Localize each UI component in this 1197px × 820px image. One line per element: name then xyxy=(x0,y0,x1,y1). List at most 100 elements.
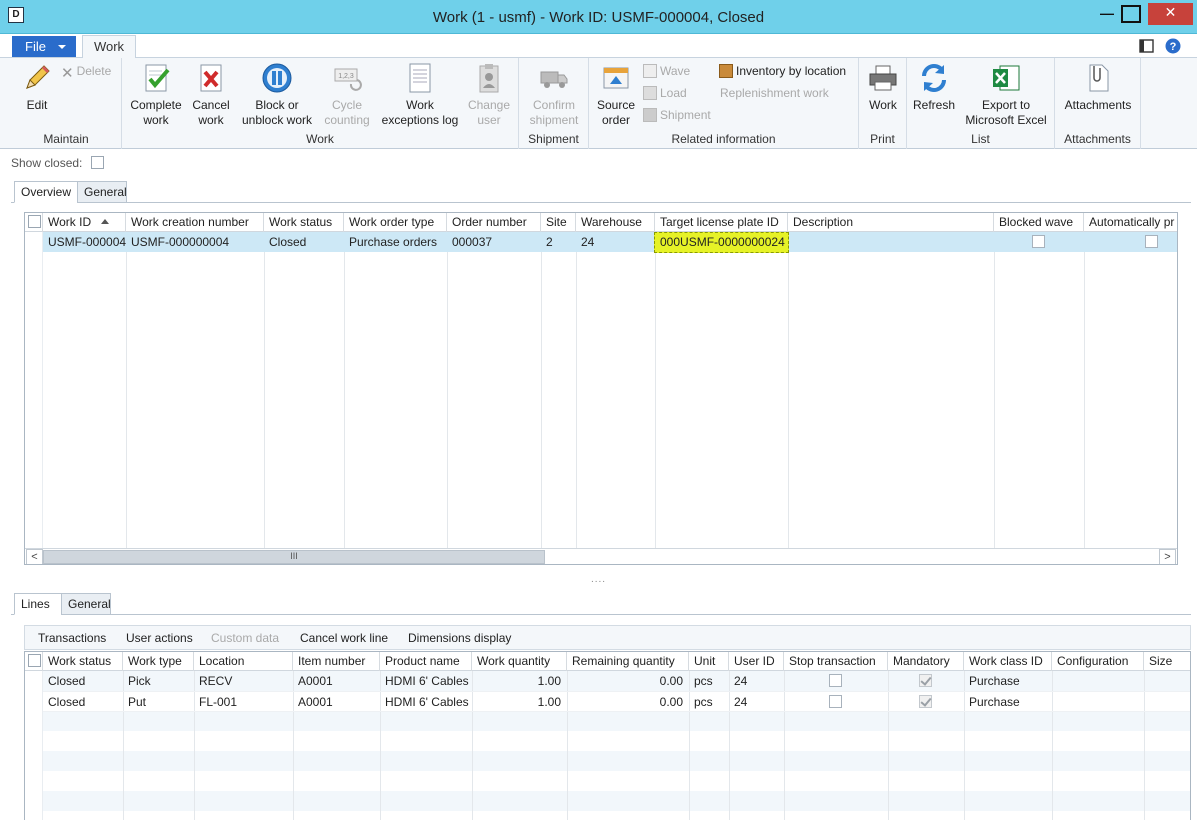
help-icon[interactable]: ? xyxy=(1165,38,1181,54)
work-exceptions-log-button[interactable]: Work exceptions log xyxy=(378,62,462,128)
file-menu-button[interactable]: File xyxy=(12,36,76,57)
cell-work-quantity[interactable]: 1.00 xyxy=(472,671,567,691)
cell-site[interactable]: 2 xyxy=(541,232,576,252)
tab-lines[interactable]: Lines xyxy=(14,593,62,615)
cell-location[interactable]: FL-001 xyxy=(194,692,293,712)
scroll-left-arrow[interactable]: < xyxy=(26,549,43,564)
col-automatically[interactable]: Automatically pr xyxy=(1084,213,1177,232)
cell-line-work-status[interactable]: Closed xyxy=(43,671,123,691)
select-all-checkbox[interactable] xyxy=(28,215,41,228)
delete-button[interactable]: ✕ Delete xyxy=(61,62,111,81)
col-work-order-type[interactable]: Work order type xyxy=(344,213,447,232)
cell-unit[interactable]: pcs xyxy=(689,671,729,691)
col-remaining-quantity[interactable]: Remaining quantity xyxy=(567,652,689,671)
cell-target-license-plate-id[interactable]: 000USMF-0000000024 xyxy=(655,232,788,252)
cell-work-class-id[interactable]: Purchase xyxy=(964,692,1052,712)
export-excel-button[interactable]: Export to Microsoft Excel xyxy=(961,62,1051,128)
cell-remaining-quantity[interactable]: 0.00 xyxy=(567,692,689,712)
tab-general-lower[interactable]: General xyxy=(61,593,111,615)
col-location[interactable]: Location xyxy=(194,652,293,671)
col-mandatory[interactable]: Mandatory xyxy=(888,652,964,671)
replenishment-work-button[interactable]: Replenishment work xyxy=(720,84,829,102)
cell-automatically-checkbox[interactable] xyxy=(1145,235,1158,248)
col-configuration[interactable]: Configuration xyxy=(1052,652,1144,671)
col-warehouse[interactable]: Warehouse xyxy=(576,213,655,232)
col-size[interactable]: Size xyxy=(1144,652,1190,671)
col-work-class-id[interactable]: Work class ID xyxy=(964,652,1052,671)
col-description[interactable]: Description xyxy=(788,213,994,232)
cell-item-number[interactable]: A0001 xyxy=(293,692,380,712)
change-user-button[interactable]: Change user xyxy=(464,62,514,128)
cell-user-id[interactable]: 24 xyxy=(729,671,784,691)
minimize-button[interactable]: — xyxy=(1094,4,1120,24)
scroll-right-arrow[interactable]: > xyxy=(1159,549,1176,564)
cell-unit[interactable]: pcs xyxy=(689,692,729,712)
col-blocked-wave[interactable]: Blocked wave xyxy=(994,213,1084,232)
confirm-shipment-button[interactable]: Confirm shipment xyxy=(525,62,583,128)
cell-remaining-quantity[interactable]: 0.00 xyxy=(567,671,689,691)
col-site[interactable]: Site xyxy=(541,213,576,232)
col-user-id[interactable]: User ID xyxy=(729,652,784,671)
scroll-thumb[interactable]: III xyxy=(43,550,545,564)
col-item-number[interactable]: Item number xyxy=(293,652,380,671)
cell-work-type[interactable]: Pick xyxy=(123,671,194,691)
shipment-button[interactable]: Shipment xyxy=(643,106,711,124)
cell-location[interactable]: RECV xyxy=(194,671,293,691)
cell-work-id[interactable]: USMF-000004 xyxy=(43,232,126,252)
complete-work-button[interactable]: Complete work xyxy=(128,62,184,128)
load-button[interactable]: Load xyxy=(643,84,687,102)
cell-description[interactable] xyxy=(788,232,994,252)
col-work-type[interactable]: Work type xyxy=(123,652,194,671)
cell-product-name[interactable]: HDMI 6' Cables xyxy=(380,692,472,712)
tab-general-upper[interactable]: General xyxy=(77,181,127,203)
cell-order-number[interactable]: 000037 xyxy=(447,232,541,252)
col-unit[interactable]: Unit xyxy=(689,652,729,671)
dimensions-display-button[interactable]: Dimensions display xyxy=(408,631,511,645)
cell-work-class-id[interactable]: Purchase xyxy=(964,671,1052,691)
work-grid-scrollbar[interactable]: < III > xyxy=(25,548,1177,564)
close-button[interactable]: ✕ xyxy=(1148,3,1193,25)
col-stop-transaction[interactable]: Stop transaction xyxy=(784,652,888,671)
cell-product-name[interactable]: HDMI 6' Cables xyxy=(380,671,472,691)
custom-data-button[interactable]: Custom data xyxy=(211,631,279,645)
tab-overview[interactable]: Overview xyxy=(14,181,78,203)
cell-work-type[interactable]: Put xyxy=(123,692,194,712)
cell-stop-transaction-checkbox[interactable] xyxy=(829,674,842,687)
source-order-button[interactable]: Source order xyxy=(593,62,639,128)
wave-button[interactable]: Wave xyxy=(643,62,690,80)
tab-work[interactable]: Work xyxy=(82,35,136,59)
cell-warehouse[interactable]: 24 xyxy=(576,232,655,252)
cell-stop-transaction-checkbox[interactable] xyxy=(829,695,842,708)
refresh-button[interactable]: Refresh xyxy=(911,62,957,113)
cancel-work-button[interactable]: Cancel work xyxy=(188,62,234,128)
cell-work-creation-number[interactable]: USMF-000000004 xyxy=(126,232,264,252)
cell-blocked-wave-checkbox[interactable] xyxy=(1032,235,1045,248)
cell-user-id[interactable]: 24 xyxy=(729,692,784,712)
col-work-quantity[interactable]: Work quantity xyxy=(472,652,567,671)
cancel-work-line-button[interactable]: Cancel work line xyxy=(300,631,388,645)
print-work-button[interactable]: Work xyxy=(863,62,903,113)
show-closed-checkbox[interactable] xyxy=(90,156,104,169)
col-work-id[interactable]: Work ID xyxy=(43,213,126,232)
cell-line-work-status[interactable]: Closed xyxy=(43,692,123,712)
col-line-work-status[interactable]: Work status xyxy=(43,652,123,671)
cell-work-quantity[interactable]: 1.00 xyxy=(472,692,567,712)
col-order-number[interactable]: Order number xyxy=(447,213,541,232)
cycle-counting-button[interactable]: 1,2,3 Cycle counting xyxy=(320,62,374,128)
panel-layout-icon[interactable] xyxy=(1139,39,1154,53)
maximize-button[interactable] xyxy=(1121,5,1141,23)
col-target-license-plate-id[interactable]: Target license plate ID xyxy=(655,213,788,232)
lines-select-all-checkbox[interactable] xyxy=(28,654,41,667)
col-work-creation-number[interactable]: Work creation number xyxy=(126,213,264,232)
edit-button[interactable]: Edit xyxy=(17,62,57,113)
col-product-name[interactable]: Product name xyxy=(380,652,472,671)
cell-work-order-type[interactable]: Purchase orders xyxy=(344,232,447,252)
attachments-button[interactable]: Attachments xyxy=(1059,62,1137,113)
user-actions-button[interactable]: User actions xyxy=(126,631,193,645)
cell-item-number[interactable]: A0001 xyxy=(293,671,380,691)
col-work-status[interactable]: Work status xyxy=(264,213,344,232)
pane-splitter[interactable]: .... xyxy=(0,575,1197,587)
cell-work-status[interactable]: Closed xyxy=(264,232,344,252)
transactions-button[interactable]: Transactions xyxy=(38,631,106,645)
inventory-by-location-button[interactable]: Inventory by location xyxy=(719,62,846,80)
